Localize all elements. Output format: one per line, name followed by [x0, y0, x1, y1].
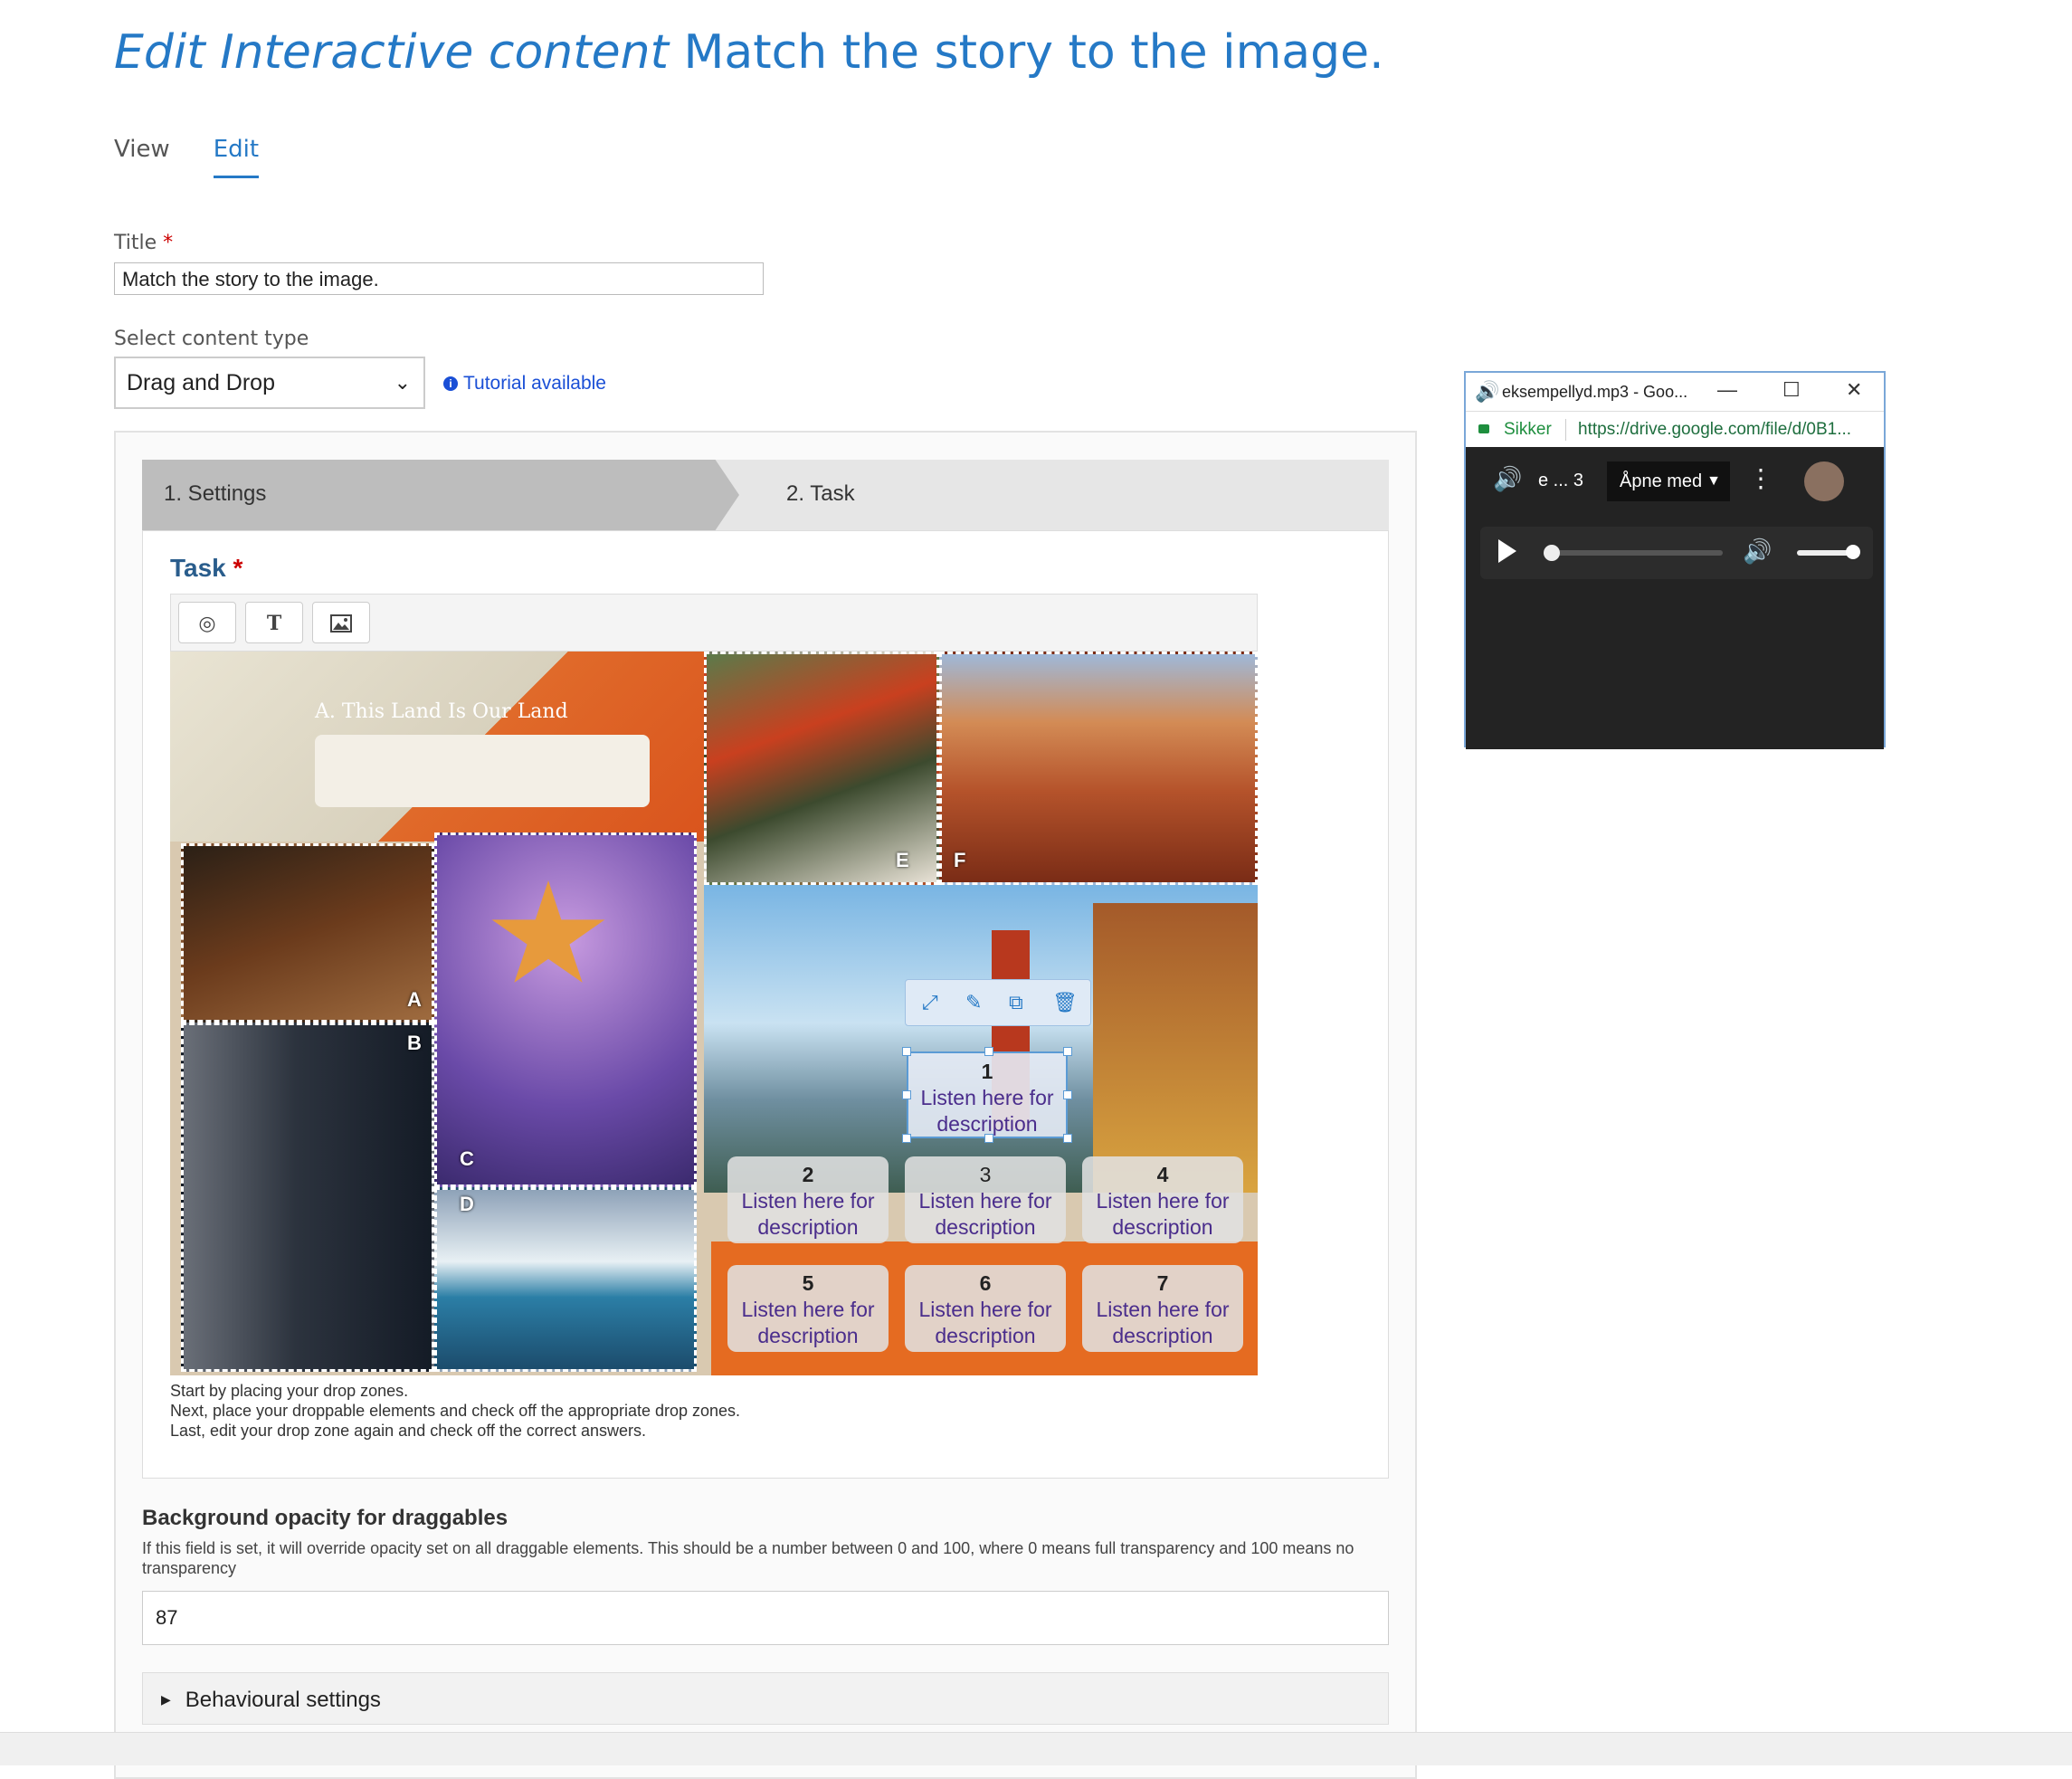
dropzone-6[interactable]: 6 Listen here for description: [905, 1265, 1066, 1352]
wizard-steps: 1. Settings 2. Task: [142, 460, 1389, 530]
speaker-icon: 🔊: [1493, 465, 1523, 492]
volume-icon[interactable]: 🔊: [1743, 538, 1772, 566]
opacity-input[interactable]: 87: [142, 1591, 1389, 1645]
text-icon: T: [266, 612, 282, 635]
tutorial-link[interactable]: i Tutorial available: [443, 373, 606, 395]
resize-handle[interactable]: [1063, 1090, 1072, 1099]
avatar[interactable]: [1804, 461, 1844, 501]
dropzone-toolbar: ⤢ ✎ ⧉ 🗑: [905, 979, 1091, 1026]
play-icon[interactable]: [1498, 539, 1516, 563]
resize-handle[interactable]: [902, 1047, 911, 1056]
seek-track[interactable]: [1544, 550, 1723, 556]
task-canvas[interactable]: A. This Land Is Our Land A B C D E F ⤢ ✎…: [170, 652, 1258, 1375]
photo-label-c: C: [460, 1147, 474, 1170]
add-dropzone-button[interactable]: ◎: [178, 602, 236, 643]
photo-bridge: [704, 885, 1258, 1193]
opacity-label: Background opacity for draggables: [142, 1506, 508, 1530]
dropzone-5[interactable]: 5 Listen here for description: [727, 1265, 889, 1352]
lock-icon: [1478, 424, 1489, 433]
add-text-button[interactable]: T: [245, 602, 303, 643]
book-heading: A. This Land Is Our Land: [315, 700, 568, 723]
more-options-icon[interactable]: ⋮: [1748, 463, 1773, 493]
window-titlebar: 🔊 eksempellyd.mp3 - Goo... — ☐ ✕: [1466, 373, 1884, 411]
add-image-button[interactable]: [312, 602, 370, 643]
photo-b: [181, 1023, 434, 1372]
star-shape: [491, 880, 605, 983]
address-bar[interactable]: Sikker https://drive.google.com/file/d/0…: [1466, 411, 1884, 448]
content-type-select[interactable]: Drag and Drop ⌄: [114, 357, 425, 409]
resize-handle[interactable]: [984, 1047, 993, 1056]
book-task-box: [315, 735, 650, 807]
photo-c: [434, 832, 697, 1187]
window-title: eksempellyd.mp3 - Goo...: [1502, 383, 1688, 401]
wizard-step-settings-label: 1. Settings: [164, 481, 267, 506]
photo-a: [181, 843, 434, 1023]
seek-handle[interactable]: [1544, 545, 1560, 561]
image-icon: [330, 614, 352, 633]
close-icon[interactable]: ✕: [1846, 378, 1862, 402]
player-controls: 🔊: [1480, 527, 1873, 579]
bottom-bar: [0, 1732, 2072, 1765]
secure-label: Sikker: [1504, 420, 1552, 439]
editor-toolbar: ◎ T: [170, 594, 1258, 652]
photo-label-b: B: [407, 1032, 422, 1054]
required-mark: *: [163, 232, 174, 254]
file-name: e ... 3: [1538, 471, 1584, 490]
dropzone-2[interactable]: 2 Listen here for description: [727, 1156, 889, 1243]
url-text: https://drive.google.com/file/d/0B1...: [1578, 420, 1852, 439]
wizard-step-task[interactable]: 2. Task: [786, 481, 855, 507]
dropzone-icon: ◎: [198, 612, 216, 634]
title-input[interactable]: Match the story to the image.: [114, 262, 764, 295]
audio-player-window: 🔊 eksempellyd.mp3 - Goo... — ☐ ✕ Sikker …: [1464, 371, 1886, 749]
task-label: Task *: [170, 554, 243, 582]
page-title-name: Match the story to the image.: [683, 25, 1384, 80]
maximize-icon[interactable]: ☐: [1782, 378, 1801, 402]
open-with-button[interactable]: Åpne med ▼: [1607, 461, 1730, 501]
title-label: Title *: [114, 232, 174, 254]
photo-label-d: D: [460, 1193, 474, 1215]
content-type-value: Drag and Drop: [127, 370, 275, 395]
speaker-icon: 🔊: [1475, 380, 1500, 403]
info-icon: i: [443, 376, 458, 391]
volume-handle[interactable]: [1846, 545, 1860, 559]
photo-label-f: F: [954, 849, 966, 871]
volume-track[interactable]: [1797, 550, 1851, 556]
caret-right-icon: ▶: [161, 1692, 171, 1707]
tab-edit[interactable]: Edit: [213, 136, 260, 178]
resize-handle[interactable]: [902, 1090, 911, 1099]
bridge-cliff: [1093, 903, 1258, 1193]
tab-view[interactable]: View: [114, 136, 170, 178]
audio-player: 🔊 e ... 3 Åpne med ▼ ⋮ 🔊: [1466, 447, 1884, 749]
task-instructions: Start by placing your drop zones. Next, …: [170, 1382, 741, 1440]
delete-icon[interactable]: 🗑: [1052, 991, 1078, 1014]
divider: [1565, 419, 1566, 441]
page-title: Edit Interactive content Match the story…: [114, 25, 1384, 80]
resize-handle[interactable]: [984, 1134, 993, 1143]
dropzone-7[interactable]: 7 Listen here for description: [1082, 1265, 1243, 1352]
content-type-label: Select content type: [114, 328, 309, 350]
dropzone-3[interactable]: 3 Listen here for description: [905, 1156, 1066, 1243]
opacity-description: If this field is set, it will override o…: [142, 1539, 1354, 1577]
edit-icon[interactable]: ✎: [965, 991, 982, 1014]
book-page-image: A. This Land Is Our Land: [170, 652, 704, 842]
resize-handle[interactable]: [1063, 1047, 1072, 1056]
resize-icon[interactable]: ⤢: [922, 991, 938, 1014]
duplicate-icon[interactable]: ⧉: [1009, 991, 1023, 1014]
dropzone-4[interactable]: 4 Listen here for description: [1082, 1156, 1243, 1243]
minimize-icon[interactable]: —: [1717, 378, 1737, 402]
tab-bar: View Edit: [114, 136, 260, 178]
photo-label-a: A: [407, 988, 422, 1011]
chevron-down-icon: ⌄: [394, 371, 411, 394]
resize-handle[interactable]: [902, 1134, 911, 1143]
resize-handle[interactable]: [1063, 1134, 1072, 1143]
photo-f: [939, 652, 1258, 885]
behavioural-settings-toggle[interactable]: ▶ Behavioural settings: [142, 1672, 1389, 1725]
dropzone-1[interactable]: 1 Listen here for description: [907, 1051, 1068, 1138]
page-title-prefix: Edit Interactive content: [114, 25, 669, 80]
caret-down-icon: ▼: [1706, 473, 1721, 489]
photo-label-e: E: [896, 849, 909, 871]
